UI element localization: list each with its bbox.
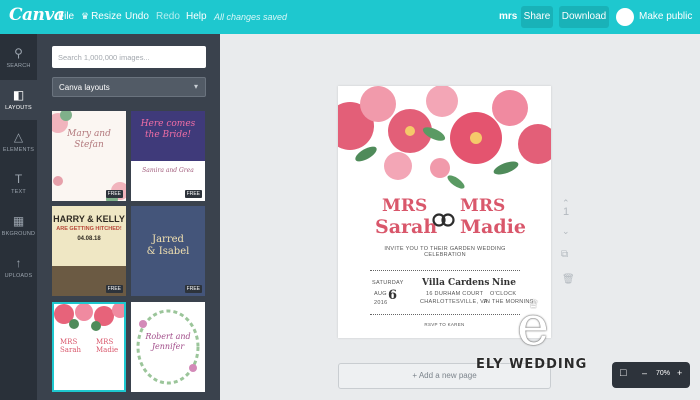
right-name[interactable]: Madie: [460, 216, 526, 238]
nav-elements-label: ELEMENTS: [2, 147, 35, 153]
thumb-4-line-2: & Isabel: [146, 246, 190, 257]
layout-type-select[interactable]: Canva layouts ▾: [52, 77, 206, 97]
thumb-1-line-1: Mary and: [67, 129, 111, 139]
save-status: All changes saved: [214, 12, 288, 22]
layout-thumb-4[interactable]: Jarred & Isabel FREE: [131, 206, 205, 296]
invite-line[interactable]: INVITE YOU TO THEIR GARDEN WEDDING CELEB…: [370, 246, 520, 258]
nav-layouts[interactable]: ◧ LAYOUTS: [0, 80, 37, 120]
nav-uploads[interactable]: ↑ UPLOADS: [0, 248, 37, 288]
zoom-level[interactable]: 70%: [656, 370, 670, 377]
nav-search-label: SEARCH: [6, 63, 31, 69]
divider-bottom: [370, 314, 520, 315]
page-down-icon[interactable]: ⌄: [562, 226, 570, 237]
thumb-4-line-1: Jarred: [152, 234, 184, 245]
layout-thumb-2[interactable]: Here comes the Bride! Samira and Grea FR…: [131, 111, 205, 201]
left-nav: ⚲ SEARCH ◧ LAYOUTS △ ELEMENTS T TEXT ▦ B…: [0, 34, 37, 400]
right-title[interactable]: MRS: [460, 196, 505, 216]
divider-top: [370, 270, 520, 271]
thumb-5-line-1: MRS: [60, 338, 78, 346]
top-bar: Canva File ♛ Resize Undo Redo Help All ch…: [0, 0, 700, 34]
left-title[interactable]: MRS: [382, 196, 427, 216]
elements-icon: △: [13, 130, 24, 144]
zoom-out-button[interactable]: –: [642, 368, 647, 378]
design-title[interactable]: mrs: [499, 11, 517, 22]
layouts-panel: Search 1,000,000 images... Canva layouts…: [37, 34, 220, 400]
free-badge: FREE: [105, 190, 123, 198]
thumb-3-line-3: 04.08.18: [77, 236, 101, 242]
delete-page-icon[interactable]: 🗑: [562, 274, 575, 285]
zoom-control: □ – 70% +: [612, 362, 690, 388]
present-icon[interactable]: □: [620, 367, 627, 379]
layout-type-value: Canva layouts: [59, 83, 110, 92]
thumb-6-line-2: Jennifer: [151, 342, 185, 351]
free-badge: FREE: [105, 285, 123, 293]
canva-logo[interactable]: Canva: [9, 5, 65, 25]
layout-thumb-5[interactable]: MRS Sarah MRS Madie: [52, 302, 126, 392]
make-public-label[interactable]: Make public: [639, 11, 692, 22]
page-number: 1: [563, 206, 570, 218]
zoom-in-button[interactable]: +: [677, 368, 682, 378]
thumb-3-line-2: ARE GETTING HITCHED!: [56, 226, 122, 232]
layout-thumb-1[interactable]: Mary and Stefan FREE: [52, 111, 126, 201]
image-search-input[interactable]: Search 1,000,000 images...: [52, 46, 206, 68]
free-badge: FREE: [184, 285, 202, 293]
menu-undo[interactable]: Undo: [125, 11, 149, 22]
download-button[interactable]: Download: [559, 6, 609, 28]
month-label[interactable]: AUG: [374, 291, 387, 297]
floral-thumb-art: [52, 111, 126, 201]
nav-elements[interactable]: △ ELEMENTS: [0, 122, 37, 162]
time-word[interactable]: Nine: [492, 278, 516, 288]
year-label[interactable]: 2016: [374, 300, 387, 306]
menu-file[interactable]: File: [58, 11, 74, 22]
thumb-2-line-2: the Bride!: [144, 130, 192, 140]
layout-thumb-3[interactable]: HARRY & KELLY ARE GETTING HITCHED! 04.08…: [52, 206, 126, 296]
left-name[interactable]: Sarah: [375, 216, 437, 238]
floral-border-art: [338, 86, 551, 189]
venue-address-2[interactable]: CHARLOTTESVILLE, VA: [420, 299, 488, 305]
nav-layouts-label: LAYOUTS: [5, 105, 32, 111]
venue-name[interactable]: Villa Cardens: [422, 278, 489, 288]
free-badge: FREE: [184, 190, 202, 198]
share-button[interactable]: Share: [521, 6, 553, 28]
watermark-text: ELY WEDDING: [476, 357, 588, 372]
text-icon: T: [14, 172, 23, 186]
thumb-3-line-1: HARRY & KELLY: [53, 214, 125, 224]
menu-help[interactable]: Help: [186, 11, 207, 22]
nav-search[interactable]: ⚲ SEARCH: [0, 38, 37, 78]
thumb-6-line-1: Robert and: [145, 332, 191, 341]
rings-icon: [432, 213, 455, 227]
uploads-icon: ↑: [15, 256, 22, 270]
thumb-2-line-1: Here comes: [140, 119, 196, 129]
time-oclock[interactable]: O'CLOCK: [490, 291, 516, 297]
date-number[interactable]: 6: [388, 288, 397, 303]
thumb-5-line-2: Sarah: [60, 346, 81, 354]
nav-uploads-label: UPLOADS: [4, 273, 33, 279]
menu-resize-label: Resize: [91, 11, 122, 22]
nav-background[interactable]: ▦ BKGROUND: [0, 206, 37, 246]
layouts-icon: ◧: [12, 88, 25, 102]
nav-background-label: BKGROUND: [1, 231, 36, 237]
venue-address-1[interactable]: 16 DURHAM COURT: [426, 291, 483, 297]
nav-text[interactable]: T TEXT: [0, 164, 37, 204]
thumb-2-line-3: Samira and Grea: [142, 167, 194, 174]
chevron-down-icon: ▾: [193, 82, 198, 91]
background-icon: ▦: [12, 214, 25, 228]
search-icon: ⚲: [14, 46, 23, 60]
menu-resize[interactable]: ♛ Resize: [81, 11, 122, 22]
nav-text-label: TEXT: [11, 189, 26, 195]
thumb-5-line-4: Madie: [96, 346, 119, 354]
floral-thumb-art: [54, 304, 124, 331]
thumb-1-line-2: Stefan: [74, 140, 104, 150]
duplicate-page-icon[interactable]: ⧉: [561, 249, 568, 260]
make-public-toggle[interactable]: [616, 8, 634, 26]
layout-thumb-6[interactable]: Robert and Jennifer: [131, 302, 205, 392]
thumb-5-line-3: MRS: [96, 338, 114, 346]
crown-icon: ♛: [81, 11, 90, 21]
day-label[interactable]: SATURDAY: [372, 280, 404, 286]
watermark-e-logo: e: [517, 294, 549, 357]
menu-redo[interactable]: Redo: [156, 11, 180, 22]
